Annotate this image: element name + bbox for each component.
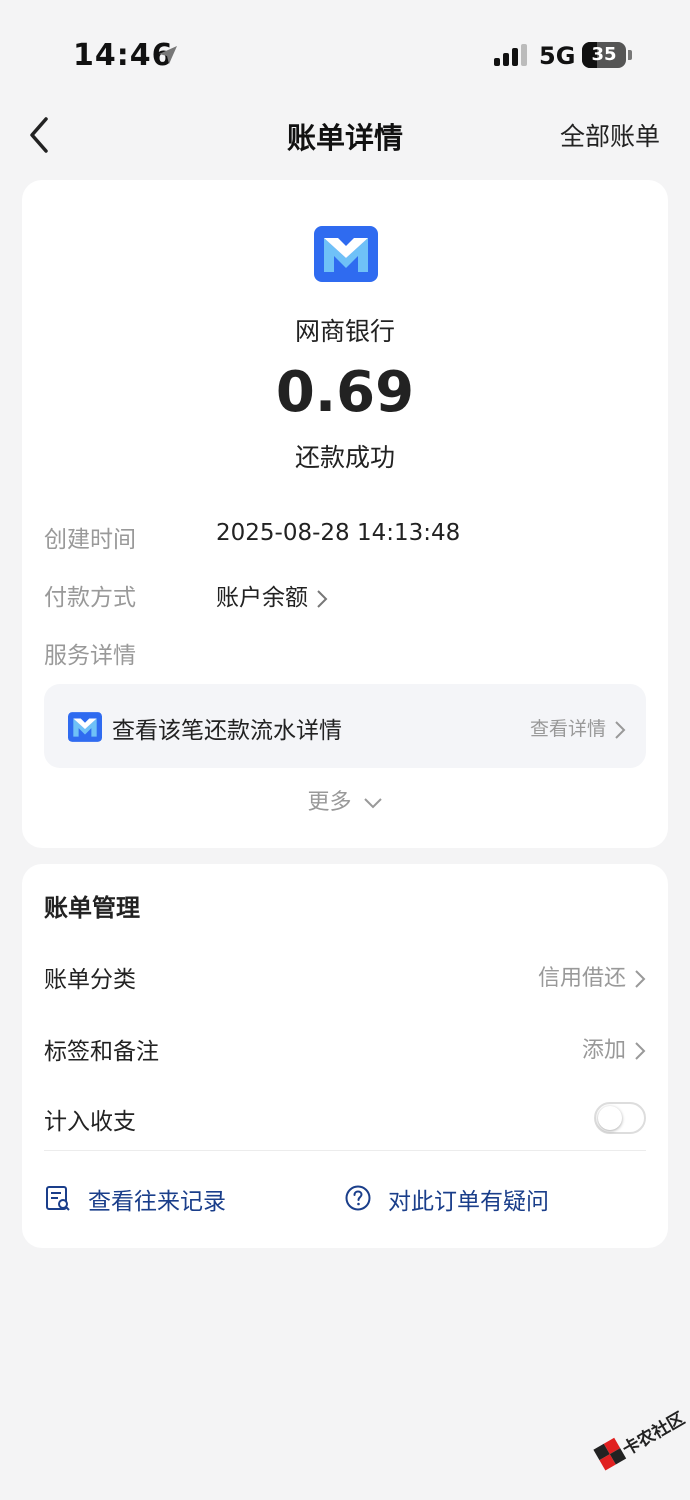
view-details-link[interactable]: 查看详情 [530, 714, 626, 741]
count-income-label: 计入收支 [44, 1109, 136, 1135]
merchant-name: 网商银行 [294, 317, 395, 346]
chevron-right-icon [635, 970, 646, 988]
signal-icon [494, 44, 527, 66]
view-details-label: 查看详情 [529, 718, 606, 740]
payment-method-label: 付款方式 [44, 585, 136, 611]
chevron-right-icon [615, 720, 626, 739]
bill-category-row[interactable]: 账单分类 信用借还 [44, 960, 646, 1000]
payment-method-row: 付款方式 账户余额 [44, 578, 328, 612]
more-label: 更多 [307, 790, 352, 815]
service-detail-label: 服务详情 [44, 643, 136, 669]
divider [44, 1150, 646, 1151]
question-icon [345, 1185, 371, 1211]
toggle-knob [598, 1106, 622, 1130]
nav-bar: 账单详情 全部账单 [0, 105, 690, 165]
repayment-flow-text: 查看该笔还款流水详情 [112, 718, 342, 744]
count-income-row: 计入收支 [44, 1102, 646, 1142]
tags-notes-value-wrap: 添加 [582, 1032, 646, 1064]
bill-detail-card: 网商银行 0.69 还款成功 创建时间 2025-08-28 14:13:48 … [22, 180, 668, 848]
more-button[interactable]: 更多 [22, 784, 668, 816]
bill-amount: 0.69 [275, 360, 415, 425]
tags-notes-value: 添加 [581, 1038, 626, 1063]
tags-notes-row[interactable]: 标签和备注 添加 [44, 1032, 646, 1072]
battery-level: 35 [591, 44, 617, 65]
repayment-flow-entry[interactable]: 查看该笔还款流水详情 查看详情 [44, 684, 646, 768]
watermark-text: 卡农社区 [619, 1408, 688, 1460]
service-detail-row: 服务详情 [44, 636, 136, 670]
count-income-toggle[interactable] [594, 1102, 646, 1134]
mybank-small-logo-icon [68, 712, 102, 742]
chevron-right-icon [635, 1042, 646, 1060]
status-bar: 14:46 5G 35 [0, 0, 690, 110]
bill-status: 还款成功 [294, 443, 395, 472]
chevron-down-icon [363, 798, 382, 809]
bill-category-value-wrap: 信用借还 [538, 960, 646, 992]
bill-category-value: 信用借还 [537, 966, 626, 991]
management-title: 账单管理 [44, 894, 140, 922]
bill-management-card: 账单管理 账单分类 信用借还 标签和备注 添加 计入收支 查看往来记录 对此订单… [22, 864, 668, 1248]
order-question-label: 对此订单有疑问 [388, 1189, 549, 1215]
bill-category-label: 账单分类 [44, 967, 136, 993]
chevron-right-icon [317, 589, 328, 608]
view-records-label: 查看往来记录 [88, 1189, 226, 1215]
payment-method-link[interactable]: 账户余额 [216, 578, 328, 612]
payment-method-value: 账户余额 [216, 585, 308, 611]
network-type: 5G [539, 42, 576, 70]
tags-notes-label: 标签和备注 [44, 1039, 159, 1065]
battery-cap [628, 50, 632, 60]
mybank-logo-icon [314, 226, 378, 282]
watermark-logo: 卡农社区 [593, 1408, 688, 1471]
created-time-row: 创建时间 2025-08-28 14:13:48 [44, 520, 460, 554]
created-time-label: 创建时间 [44, 527, 136, 553]
record-icon [46, 1186, 70, 1211]
battery-icon: 35 [582, 42, 626, 68]
created-time-value: 2025-08-28 14:13:48 [216, 520, 461, 546]
location-arrow-icon [159, 46, 177, 64]
all-bills-link[interactable]: 全部账单 [560, 117, 660, 153]
